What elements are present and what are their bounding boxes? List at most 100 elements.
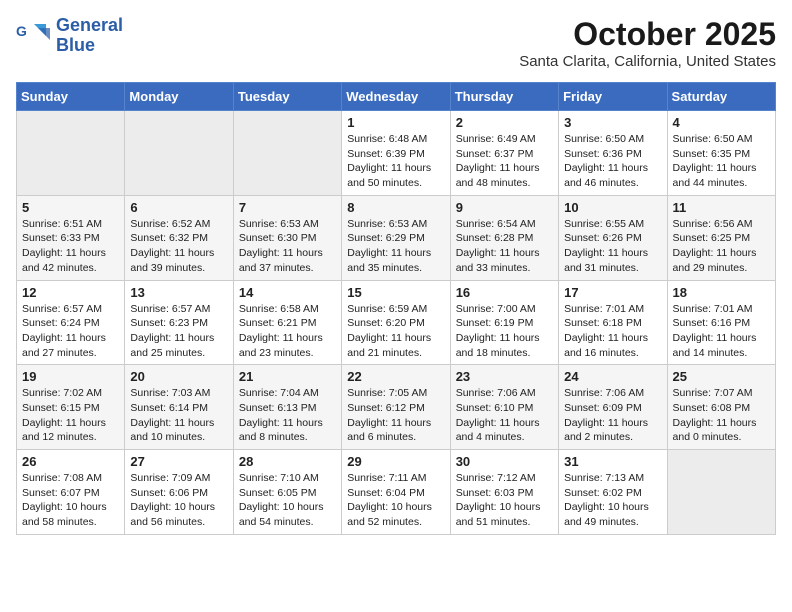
day-number: 18 [673, 285, 770, 300]
weekday-header-tuesday: Tuesday [233, 83, 341, 111]
calendar-cell: 17 Sunrise: 7:01 AMSunset: 6:18 PMDayligh… [559, 280, 667, 365]
day-info: Sunrise: 7:09 AMSunset: 6:06 PMDaylight:… [130, 471, 227, 530]
day-info: Sunrise: 6:52 AMSunset: 6:32 PMDaylight:… [130, 217, 227, 276]
calendar-cell: 29 Sunrise: 7:11 AMSunset: 6:04 PMDayligh… [342, 450, 450, 535]
day-number: 30 [456, 454, 553, 469]
day-number: 15 [347, 285, 444, 300]
day-info: Sunrise: 7:11 AMSunset: 6:04 PMDaylight:… [347, 471, 444, 530]
calendar-cell [667, 450, 775, 535]
calendar-cell: 9Sunrise: 6:54 AMSunset: 6:28 PMDaylight… [450, 195, 558, 280]
day-info: Sunrise: 7:06 AMSunset: 6:10 PMDaylight:… [456, 386, 553, 445]
day-info: Sunrise: 7:05 AMSunset: 6:12 PMDaylight:… [347, 386, 444, 445]
calendar-cell: 23 Sunrise: 7:06 AMSunset: 6:10 PMDayligh… [450, 365, 558, 450]
calendar-cell: 24 Sunrise: 7:06 AMSunset: 6:09 PMDayligh… [559, 365, 667, 450]
calendar-cell: 26Sunrise: 7:08 AMSunset: 6:07 PMDayligh… [17, 450, 125, 535]
calendar-cell: 21 Sunrise: 7:04 AMSunset: 6:13 PMDayligh… [233, 365, 341, 450]
day-number: 6 [130, 200, 227, 215]
weekday-header-thursday: Thursday [450, 83, 558, 111]
logo-line1: General [56, 16, 123, 36]
subtitle: Santa Clarita, California, United States [519, 53, 776, 70]
calendar-cell: 22 Sunrise: 7:05 AMSunset: 6:12 PMDayligh… [342, 365, 450, 450]
day-info: Sunrise: 7:02 AMSunset: 6:15 PMDaylight:… [22, 386, 119, 445]
day-number: 28 [239, 454, 336, 469]
day-number: 5 [22, 200, 119, 215]
day-number: 11 [673, 200, 770, 215]
day-number: 2 [456, 115, 553, 130]
week-row-3: 12Sunrise: 6:57 AMSunset: 6:24 PMDayligh… [17, 280, 776, 365]
day-number: 3 [564, 115, 661, 130]
day-info: Sunrise: 6:48 AMSunset: 6:39 PMDaylight:… [347, 132, 444, 191]
calendar-cell: 15 Sunrise: 6:59 AMSunset: 6:20 PMDayligh… [342, 280, 450, 365]
day-info: Sunrise: 6:55 AMSunset: 6:26 PMDaylight:… [564, 217, 661, 276]
calendar-cell: 5 Sunrise: 6:51 AMSunset: 6:33 PMDaylight… [17, 195, 125, 280]
calendar-cell [125, 111, 233, 196]
day-number: 27 [130, 454, 227, 469]
day-number: 23 [456, 369, 553, 384]
day-info: Sunrise: 7:10 AMSunset: 6:05 PMDaylight:… [239, 471, 336, 530]
day-info: Sunrise: 7:04 AMSunset: 6:13 PMDaylight:… [239, 386, 336, 445]
calendar-cell: 18 Sunrise: 7:01 AMSunset: 6:16 PMDayligh… [667, 280, 775, 365]
calendar-cell: 12Sunrise: 6:57 AMSunset: 6:24 PMDayligh… [17, 280, 125, 365]
week-row-4: 19 Sunrise: 7:02 AMSunset: 6:15 PMDayligh… [17, 365, 776, 450]
calendar-cell: 13 Sunrise: 6:57 AMSunset: 6:23 PMDayligh… [125, 280, 233, 365]
day-info: Sunrise: 6:49 AMSunset: 6:37 PMDaylight:… [456, 132, 553, 191]
day-info: Sunrise: 6:56 AMSunset: 6:25 PMDaylight:… [673, 217, 770, 276]
weekday-header-saturday: Saturday [667, 83, 775, 111]
page-header: G General Blue October 2025 Santa Clarit… [16, 16, 776, 70]
day-number: 13 [130, 285, 227, 300]
day-number: 4 [673, 115, 770, 130]
day-number: 19 [22, 369, 119, 384]
logo: G General Blue [16, 16, 123, 56]
calendar-cell: 25Sunrise: 7:07 AMSunset: 6:08 PMDayligh… [667, 365, 775, 450]
day-number: 24 [564, 369, 661, 384]
calendar-table: SundayMondayTuesdayWednesdayThursdayFrid… [16, 82, 776, 535]
calendar-cell: 20Sunrise: 7:03 AMSunset: 6:14 PMDayligh… [125, 365, 233, 450]
calendar-cell: 31 Sunrise: 7:13 AMSunset: 6:02 PMDayligh… [559, 450, 667, 535]
weekday-header-monday: Monday [125, 83, 233, 111]
day-info: Sunrise: 7:12 AMSunset: 6:03 PMDaylight:… [456, 471, 553, 530]
day-info: Sunrise: 6:51 AMSunset: 6:33 PMDaylight:… [22, 217, 119, 276]
day-number: 31 [564, 454, 661, 469]
calendar-cell: 3Sunrise: 6:50 AMSunset: 6:36 PMDaylight… [559, 111, 667, 196]
day-number: 25 [673, 369, 770, 384]
day-info: Sunrise: 6:59 AMSunset: 6:20 PMDaylight:… [347, 302, 444, 361]
calendar-cell [17, 111, 125, 196]
day-info: Sunrise: 6:53 AMSunset: 6:29 PMDaylight:… [347, 217, 444, 276]
day-number: 17 [564, 285, 661, 300]
day-info: Sunrise: 7:00 AMSunset: 6:19 PMDaylight:… [456, 302, 553, 361]
weekday-header-friday: Friday [559, 83, 667, 111]
day-number: 21 [239, 369, 336, 384]
calendar-cell [233, 111, 341, 196]
calendar-cell: 30 Sunrise: 7:12 AMSunset: 6:03 PMDayligh… [450, 450, 558, 535]
calendar-cell: 1Sunrise: 6:48 AMSunset: 6:39 PMDaylight… [342, 111, 450, 196]
day-info: Sunrise: 7:01 AMSunset: 6:18 PMDaylight:… [564, 302, 661, 361]
day-info: Sunrise: 7:01 AMSunset: 6:16 PMDaylight:… [673, 302, 770, 361]
week-row-5: 26Sunrise: 7:08 AMSunset: 6:07 PMDayligh… [17, 450, 776, 535]
calendar-cell: 10Sunrise: 6:55 AMSunset: 6:26 PMDayligh… [559, 195, 667, 280]
day-info: Sunrise: 6:50 AMSunset: 6:35 PMDaylight:… [673, 132, 770, 191]
calendar-cell: 19 Sunrise: 7:02 AMSunset: 6:15 PMDayligh… [17, 365, 125, 450]
calendar-cell: 8Sunrise: 6:53 AMSunset: 6:29 PMDaylight… [342, 195, 450, 280]
weekday-header-row: SundayMondayTuesdayWednesdayThursdayFrid… [17, 83, 776, 111]
day-number: 22 [347, 369, 444, 384]
day-number: 9 [456, 200, 553, 215]
weekday-header-wednesday: Wednesday [342, 83, 450, 111]
day-number: 16 [456, 285, 553, 300]
logo-line2: Blue [56, 36, 123, 56]
day-info: Sunrise: 7:13 AMSunset: 6:02 PMDaylight:… [564, 471, 661, 530]
day-info: Sunrise: 6:57 AMSunset: 6:23 PMDaylight:… [130, 302, 227, 361]
day-number: 14 [239, 285, 336, 300]
day-number: 29 [347, 454, 444, 469]
calendar-cell: 2 Sunrise: 6:49 AMSunset: 6:37 PMDaylight… [450, 111, 558, 196]
svg-text:G: G [16, 23, 27, 39]
main-title: October 2025 [519, 16, 776, 53]
week-row-2: 5 Sunrise: 6:51 AMSunset: 6:33 PMDaylight… [17, 195, 776, 280]
calendar-cell: 14 Sunrise: 6:58 AMSunset: 6:21 PMDayligh… [233, 280, 341, 365]
day-info: Sunrise: 7:03 AMSunset: 6:14 PMDaylight:… [130, 386, 227, 445]
day-info: Sunrise: 7:06 AMSunset: 6:09 PMDaylight:… [564, 386, 661, 445]
calendar-cell: 4 Sunrise: 6:50 AMSunset: 6:35 PMDaylight… [667, 111, 775, 196]
title-block: October 2025 Santa Clarita, California, … [519, 16, 776, 70]
calendar-cell: 28 Sunrise: 7:10 AMSunset: 6:05 PMDayligh… [233, 450, 341, 535]
day-info: Sunrise: 6:58 AMSunset: 6:21 PMDaylight:… [239, 302, 336, 361]
day-info: Sunrise: 6:57 AMSunset: 6:24 PMDaylight:… [22, 302, 119, 361]
